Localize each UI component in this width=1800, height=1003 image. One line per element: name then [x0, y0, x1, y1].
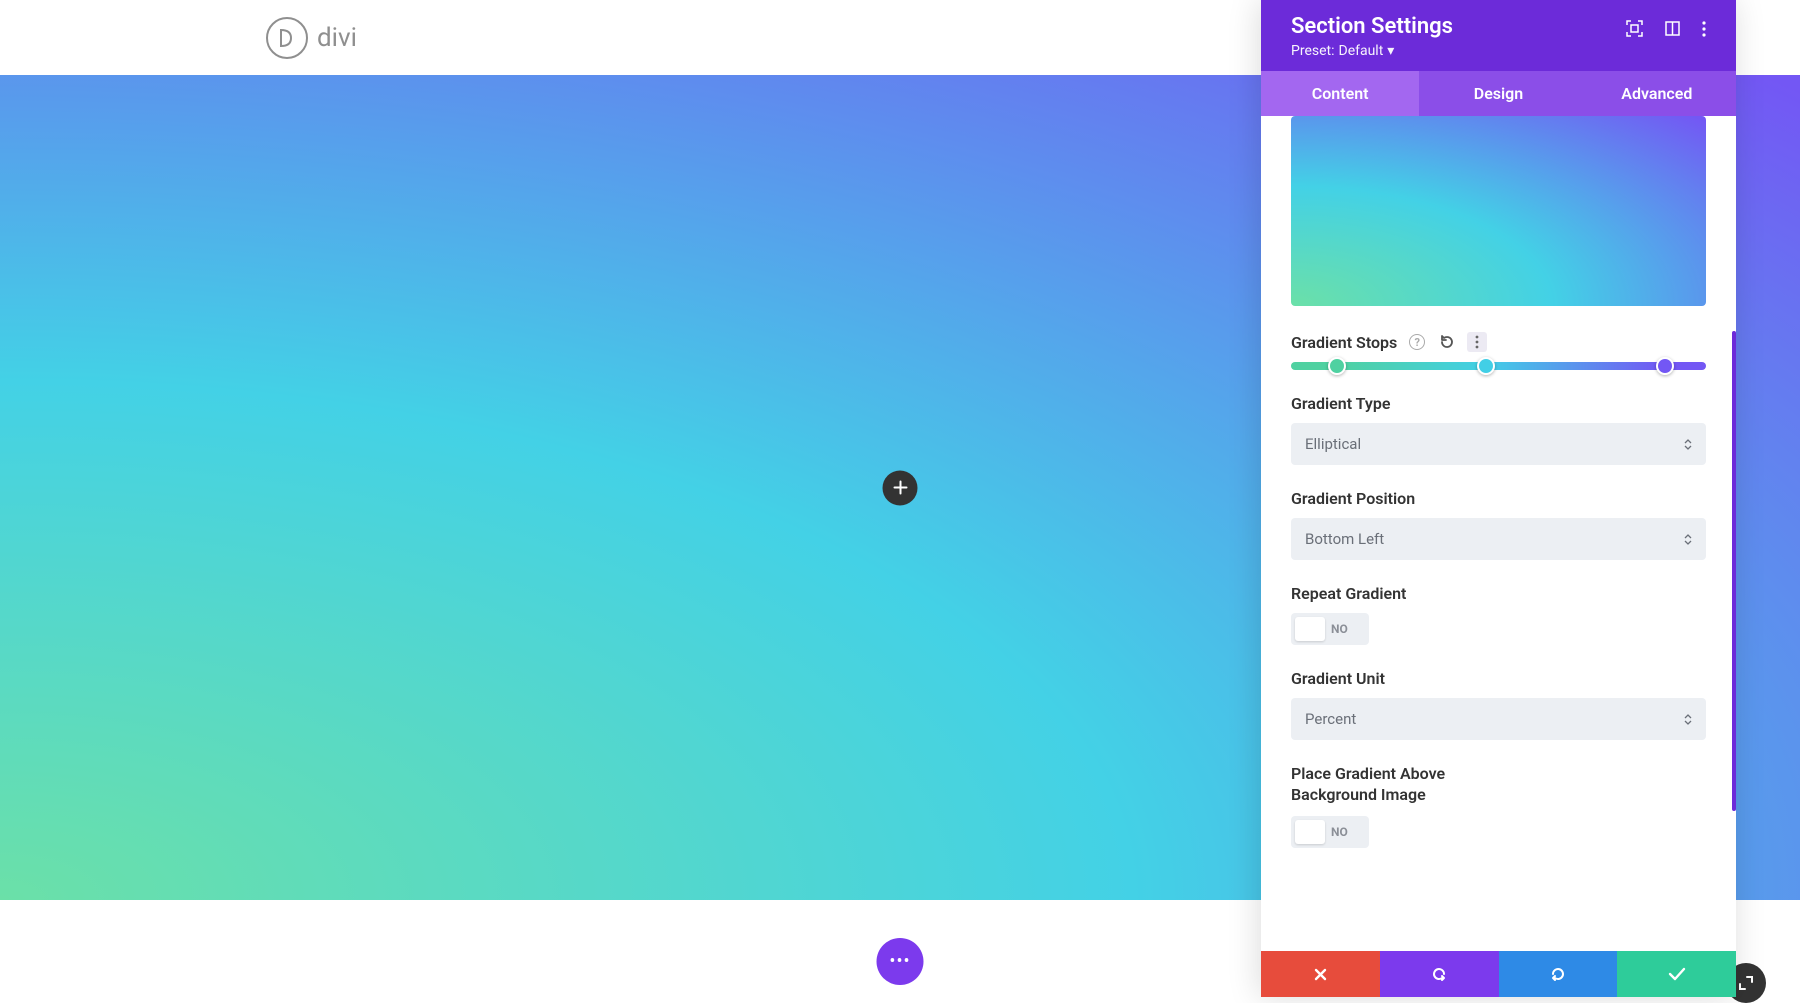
discard-button[interactable]: [1261, 951, 1380, 997]
gradient-stop-2[interactable]: [1477, 357, 1495, 375]
gradient-stops-label: Gradient Stops: [1291, 333, 1397, 352]
repeat-gradient-label: Repeat Gradient: [1291, 584, 1706, 603]
redo-button[interactable]: [1499, 951, 1618, 997]
logo-text: divi: [317, 23, 357, 53]
panel-body: Gradient Stops ? Gradient Type: [1261, 116, 1736, 951]
gradient-preview: [1291, 116, 1706, 306]
check-icon: [1668, 967, 1686, 981]
panel-tabs: Content Design Advanced: [1261, 71, 1736, 116]
caret-down-icon: ▾: [1387, 43, 1394, 59]
focus-icon[interactable]: [1626, 20, 1643, 37]
redo-icon: [1549, 965, 1567, 983]
gradient-unit-label: Gradient Unit: [1291, 669, 1706, 688]
select-arrows-icon: [1684, 534, 1692, 545]
add-section-button[interactable]: [883, 470, 918, 505]
gradient-type-select[interactable]: Elliptical: [1291, 423, 1706, 465]
ellipsis-icon: •••: [889, 951, 910, 972]
options-icon[interactable]: [1467, 332, 1487, 352]
control-gradient-stops: Gradient Stops ?: [1291, 332, 1706, 370]
gradient-type-label: Gradient Type: [1291, 394, 1706, 413]
toggle-knob: [1295, 820, 1325, 844]
reset-icon[interactable]: [1437, 332, 1457, 352]
help-icon[interactable]: ?: [1407, 332, 1427, 352]
expand-icon: [1738, 975, 1754, 991]
logo: divi: [265, 16, 357, 60]
repeat-gradient-toggle[interactable]: NO: [1291, 613, 1369, 645]
undo-button[interactable]: [1380, 951, 1499, 997]
place-above-toggle[interactable]: NO: [1291, 816, 1369, 848]
gradient-stop-3[interactable]: [1656, 357, 1674, 375]
preset-dropdown[interactable]: Preset: Default ▾: [1291, 43, 1453, 59]
tab-content[interactable]: Content: [1261, 71, 1419, 116]
plus-icon: [893, 481, 907, 495]
divi-logo-icon: [265, 16, 309, 60]
gradient-stops-slider[interactable]: [1291, 362, 1706, 370]
panel-footer: [1261, 951, 1736, 997]
close-icon: [1313, 967, 1328, 982]
tab-design[interactable]: Design: [1419, 71, 1577, 116]
columns-icon[interactable]: [1665, 21, 1680, 36]
control-gradient-type: Gradient Type Elliptical: [1291, 394, 1706, 465]
gradient-position-select[interactable]: Bottom Left: [1291, 518, 1706, 560]
panel-header: Section Settings Preset: Default ▾: [1261, 0, 1736, 71]
scrollbar[interactable]: [1732, 331, 1736, 811]
gradient-stop-1[interactable]: [1328, 357, 1346, 375]
select-arrows-icon: [1684, 439, 1692, 450]
panel-title: Section Settings: [1291, 14, 1453, 39]
save-button[interactable]: [1617, 951, 1736, 997]
gradient-position-label: Gradient Position: [1291, 489, 1706, 508]
builder-menu-button[interactable]: •••: [877, 938, 924, 985]
kebab-icon[interactable]: [1702, 21, 1706, 37]
control-gradient-position: Gradient Position Bottom Left: [1291, 489, 1706, 560]
control-gradient-unit: Gradient Unit Percent: [1291, 669, 1706, 740]
control-repeat-gradient: Repeat Gradient NO: [1291, 584, 1706, 645]
toggle-knob: [1295, 617, 1325, 641]
undo-icon: [1430, 965, 1448, 983]
place-above-label: Place Gradient Above Background Image: [1291, 764, 1491, 806]
control-place-above: Place Gradient Above Background Image NO: [1291, 764, 1706, 848]
tab-advanced[interactable]: Advanced: [1578, 71, 1736, 116]
select-arrows-icon: [1684, 714, 1692, 725]
settings-panel: Section Settings Preset: Default ▾ Conte…: [1261, 0, 1736, 997]
gradient-unit-select[interactable]: Percent: [1291, 698, 1706, 740]
